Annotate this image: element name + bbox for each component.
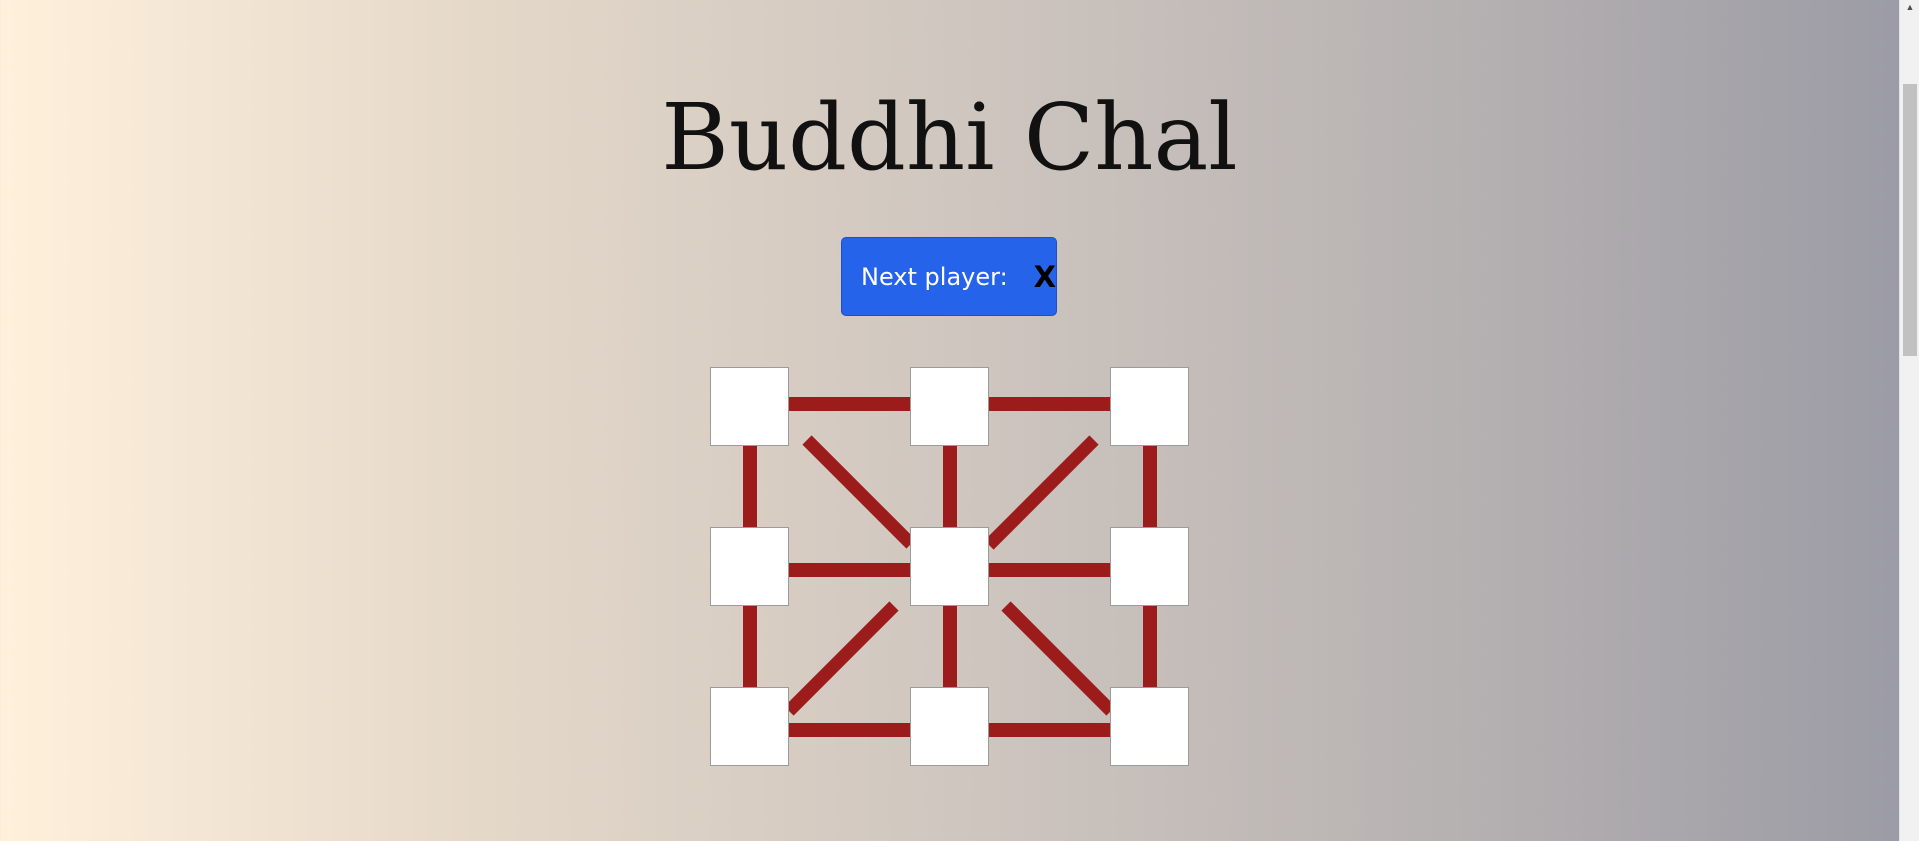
scroll-up-icon[interactable]: ▲	[1900, 0, 1919, 14]
page-title: Buddhi Chal	[661, 84, 1238, 191]
line-d-bot-left	[784, 601, 899, 716]
line-h-top-left	[789, 397, 911, 411]
next-player-symbol: X	[1033, 259, 1057, 294]
board-cell-2[interactable]	[1110, 367, 1189, 446]
line-v-right-top	[1143, 446, 1157, 528]
line-v-left-bot	[743, 606, 757, 688]
scroll-thumb[interactable]	[1903, 84, 1917, 356]
line-h-mid-left	[789, 563, 911, 577]
board-cell-3[interactable]	[710, 527, 789, 606]
vertical-scrollbar[interactable]: ▲	[1899, 0, 1919, 841]
board-cell-7[interactable]	[910, 687, 989, 766]
line-v-right-bot	[1143, 606, 1157, 688]
line-h-top-right	[989, 397, 1111, 411]
line-d-top-left	[802, 435, 916, 549]
line-h-bot-right	[989, 723, 1111, 737]
board-cell-5[interactable]	[1110, 527, 1189, 606]
status-label: Next player:	[861, 262, 1008, 291]
line-h-mid-right	[989, 563, 1111, 577]
board-cell-1[interactable]	[910, 367, 989, 446]
board-cell-6[interactable]	[710, 687, 789, 766]
line-v-mid-bot	[943, 606, 957, 688]
board-cell-4[interactable]	[910, 527, 989, 606]
board-cell-0[interactable]	[710, 367, 789, 446]
line-v-left-top	[743, 446, 757, 528]
line-h-bot-left	[789, 723, 911, 737]
game-page: Buddhi Chal Next player: X	[0, 0, 1899, 841]
status-panel: Next player: X	[841, 237, 1057, 316]
board-cell-8[interactable]	[1110, 687, 1189, 766]
line-d-bot-right	[1001, 601, 1116, 716]
line-d-top-right	[984, 435, 1099, 550]
line-v-mid-top	[943, 446, 957, 528]
